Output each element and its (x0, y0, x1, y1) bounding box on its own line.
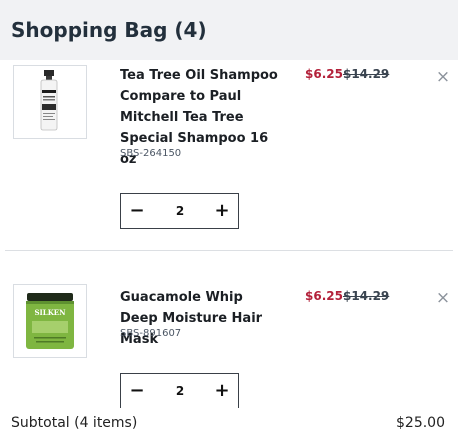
product-sku: SBS-264150 (120, 148, 182, 159)
product-image[interactable]: SILKEN (13, 284, 87, 358)
quantity-stepper: − 2 + (120, 193, 239, 229)
svg-text:SILKEN: SILKEN (34, 308, 66, 317)
quantity-stepper: − 2 + (120, 373, 239, 408)
quantity-value[interactable]: 2 (161, 194, 199, 228)
bag-header: Shopping Bag (4) (0, 0, 458, 60)
bag-footer: Subtotal (4 items) $25.00 (0, 408, 458, 446)
product-price: $6.25$14.29 (305, 67, 389, 81)
increase-quantity-button[interactable]: + (207, 374, 237, 408)
sale-price: $6.25 (305, 289, 343, 303)
product-sku: SBS-891607 (120, 328, 182, 339)
subtotal-label: Subtotal (4 items) (11, 415, 138, 431)
product-price: $6.25$14.29 (305, 289, 389, 303)
shampoo-bottle-icon (40, 70, 58, 131)
bag-items-list[interactable]: Tea Tree Oil Shampoo Compare to Paul Mit… (0, 60, 458, 408)
original-price: $14.29 (342, 289, 390, 303)
product-image[interactable] (13, 65, 87, 139)
original-price: $14.29 (342, 67, 390, 81)
close-icon[interactable]: × (434, 289, 452, 307)
subtotal-value: $25.00 (396, 415, 445, 431)
increase-quantity-button[interactable]: + (207, 194, 237, 228)
decrease-quantity-button[interactable]: − (122, 374, 152, 408)
product-name[interactable]: Guacamole Whip Deep Moisture Hair Mask (120, 287, 285, 350)
page-title: Shopping Bag (4) (11, 18, 207, 42)
cart-item: SILKEN Guacamole Whip Deep Moisture Hair… (0, 273, 458, 408)
decrease-quantity-button[interactable]: − (122, 194, 152, 228)
close-icon[interactable]: × (434, 68, 452, 86)
sale-price: $6.25 (305, 67, 343, 81)
cart-item: Tea Tree Oil Shampoo Compare to Paul Mit… (0, 60, 458, 250)
quantity-value[interactable]: 2 (161, 374, 199, 408)
item-divider (5, 250, 453, 251)
hair-mask-jar-icon: SILKEN (26, 293, 74, 349)
